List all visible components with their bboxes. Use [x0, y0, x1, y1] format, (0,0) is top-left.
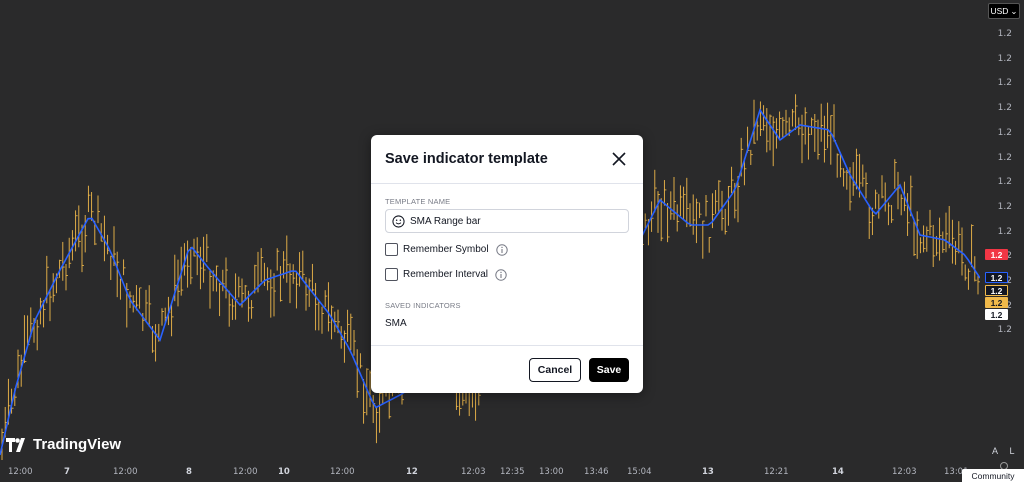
price-badge: 1.2	[985, 272, 1008, 283]
time-axis-label: 12:00	[233, 467, 258, 477]
template-name-input[interactable]: SMA Range bar	[385, 209, 629, 233]
price-tick-label: 1.2	[997, 53, 1012, 64]
price-tick-label: 1.2	[997, 103, 1012, 114]
price-tick-label: 1.2	[997, 177, 1012, 188]
time-axis-label: 10	[278, 467, 290, 477]
price-tick-label: 1.2	[997, 152, 1012, 163]
time-axis-label: 12:00	[8, 467, 33, 477]
info-icon[interactable]	[495, 268, 507, 281]
tradingview-logo-icon	[6, 437, 25, 452]
price-badge: 1.2	[985, 309, 1008, 320]
save-indicator-template-dialog: Save indicator template TEMPLATE NAME SM…	[371, 135, 643, 393]
currency-label: USD	[990, 6, 1009, 16]
price-tick-label: 1.2	[997, 29, 1012, 39]
community-button[interactable]: Community	[962, 469, 1024, 482]
time-axis-label: 7	[64, 467, 70, 477]
time-axis-label: 12:00	[330, 467, 355, 477]
price-scale[interactable]: 1.21.21.21.21.21.21.21.21.21.21.21.21.2	[980, 0, 1024, 460]
smiley-icon[interactable]	[392, 214, 405, 228]
price-tick-label: 1.2	[997, 201, 1012, 212]
template-name-label: TEMPLATE NAME	[385, 197, 451, 206]
price-badge: 1.2	[985, 285, 1008, 296]
time-axis-label: 12	[406, 467, 418, 477]
price-badge: 1.2	[985, 297, 1008, 308]
time-axis-label: 12:03	[892, 467, 917, 477]
time-axis-label: 13:00	[539, 467, 564, 477]
logo-text: TradingView	[33, 436, 122, 453]
close-icon[interactable]	[611, 151, 627, 167]
time-axis-label: 12:21	[764, 467, 789, 477]
dialog-title: Save indicator template	[385, 151, 548, 167]
remember-symbol-checkbox[interactable]	[385, 243, 398, 256]
remember-symbol-option[interactable]: Remember Symbol	[385, 243, 508, 256]
remember-interval-label[interactable]: Remember Interval	[403, 269, 488, 280]
chevron-down-icon: ⌄	[1010, 5, 1018, 16]
time-axis-label: 14	[832, 467, 844, 477]
price-badge: 1.2	[985, 249, 1008, 260]
time-axis-label: 13:46	[584, 467, 609, 477]
remember-interval-checkbox[interactable]	[385, 268, 398, 281]
dialog-header: Save indicator template	[371, 135, 643, 184]
cancel-button[interactable]: Cancel	[529, 358, 581, 382]
time-axis-label: 12:00	[113, 467, 138, 477]
auto-scale-button[interactable]: A	[988, 444, 1002, 458]
dialog-footer: Cancel Save	[371, 345, 643, 393]
price-tick-label: 1.2	[997, 226, 1012, 237]
tradingview-logo[interactable]: TradingView	[6, 436, 121, 453]
currency-selector[interactable]: USD ⌄	[988, 3, 1020, 19]
time-axis-label: 15:04	[627, 467, 652, 477]
price-tick-label: 1.2	[997, 78, 1012, 89]
remember-interval-option[interactable]: Remember Interval	[385, 268, 507, 281]
price-tick-label: 1.2	[997, 325, 1012, 336]
time-axis-label: 13	[702, 467, 714, 477]
saved-indicators-label: SAVED INDICATORS	[385, 301, 461, 310]
remember-symbol-label[interactable]: Remember Symbol	[403, 244, 489, 255]
time-axis-label: 8	[186, 467, 192, 477]
time-axis[interactable]: 12:00 7 12:00 8 12:00 10 12:00 12 12:03 12:35 13:0…	[0, 460, 980, 482]
save-button[interactable]: Save	[589, 358, 629, 382]
info-icon[interactable]	[495, 243, 508, 256]
time-axis-label: 12:35	[500, 467, 525, 477]
template-name-value[interactable]: SMA Range bar	[410, 216, 481, 227]
time-axis-label: 12:03	[461, 467, 486, 477]
saved-indicator-item[interactable]: SMA	[385, 318, 407, 329]
price-tick-label: 1.2	[997, 127, 1012, 138]
log-scale-button[interactable]: L	[1005, 444, 1019, 458]
